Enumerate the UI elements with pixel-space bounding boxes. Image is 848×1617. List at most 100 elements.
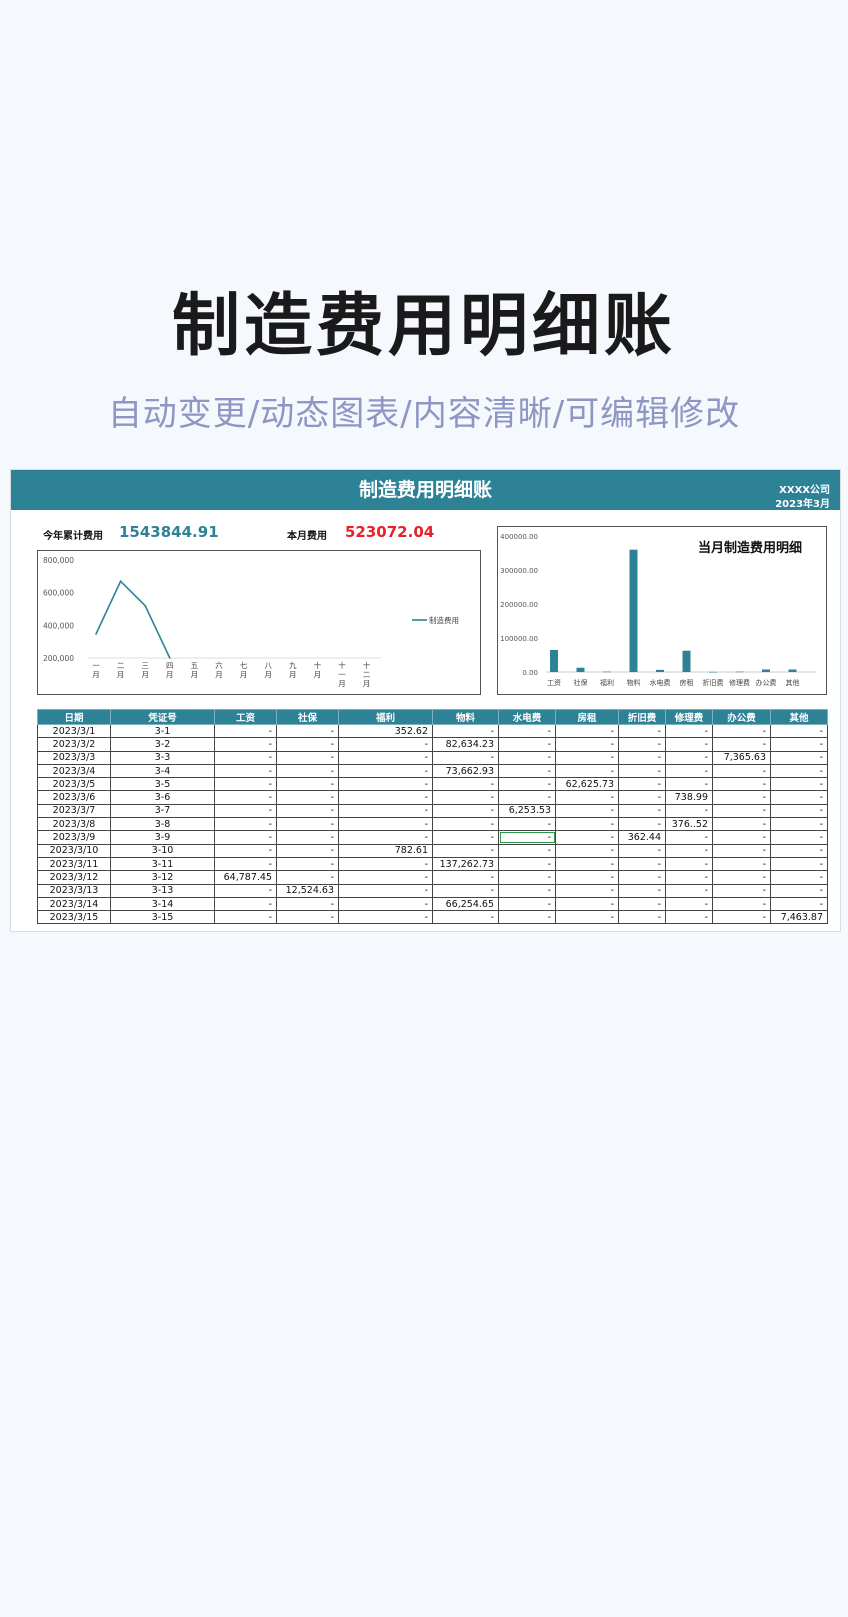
table-cell[interactable]: - (618, 763, 666, 779)
table-cell[interactable]: - (214, 723, 277, 739)
table-cell[interactable]: - (665, 763, 713, 779)
table-cell[interactable]: 738.99 (665, 790, 713, 805)
table-cell[interactable]: - (618, 910, 666, 925)
table-cell[interactable]: 3-8 (110, 817, 215, 832)
table-cell[interactable]: 3-5 (110, 777, 215, 792)
table-cell[interactable]: 7,365.63 (712, 750, 771, 765)
table-cell[interactable]: - (712, 723, 771, 739)
table-cell[interactable]: 2023/3/11 (37, 856, 111, 872)
table-cell[interactable]: - (214, 803, 277, 819)
table-cell[interactable]: 2023/3/8 (37, 817, 111, 832)
table-cell[interactable]: - (214, 790, 277, 805)
table-cell[interactable]: - (432, 750, 499, 765)
table-cell[interactable]: 3-6 (110, 790, 215, 805)
table-cell[interactable]: - (338, 777, 433, 792)
table-cell[interactable]: - (618, 777, 666, 792)
table-cell[interactable]: - (770, 737, 828, 752)
table-cell[interactable]: 2023/3/13 (37, 883, 111, 898)
table-cell[interactable]: - (770, 750, 828, 765)
table-cell[interactable]: 12,524.63 (276, 883, 339, 898)
table-cell[interactable]: 3-2 (110, 737, 215, 752)
table-cell[interactable]: - (712, 856, 771, 872)
table-cell[interactable]: - (665, 843, 713, 858)
table-cell[interactable]: - (712, 910, 771, 925)
table-cell[interactable]: 2023/3/7 (37, 803, 111, 819)
table-cell[interactable]: - (276, 750, 339, 765)
table-cell[interactable]: - (665, 830, 713, 845)
bar-chart-box[interactable]: 当月制造费用明细 0.00 100000.00 200000.00 300000.00… (497, 526, 827, 695)
table-cell[interactable]: - (618, 750, 666, 765)
table-cell[interactable]: - (618, 896, 666, 912)
table-cell[interactable]: 2023/3/6 (37, 790, 111, 805)
table-cell[interactable]: 66,254.65 (432, 896, 499, 912)
table-cell[interactable]: - (338, 817, 433, 832)
table-cell[interactable]: - (214, 843, 277, 858)
table-cell[interactable]: - (665, 723, 713, 739)
table-cell[interactable]: - (432, 910, 499, 925)
column-header[interactable]: 折旧费 (618, 709, 666, 725)
column-header[interactable]: 其他 (770, 709, 828, 725)
table-cell[interactable]: - (712, 817, 771, 832)
table-cell[interactable]: - (665, 870, 713, 885)
table-cell[interactable]: - (276, 790, 339, 805)
table-cell[interactable]: 3-9 (110, 830, 215, 845)
table-cell[interactable]: - (618, 883, 666, 898)
table-cell[interactable]: 2023/3/5 (37, 777, 111, 792)
table-cell[interactable]: 7,463.87 (770, 910, 828, 925)
table-cell[interactable]: - (338, 883, 433, 898)
table-cell[interactable]: 137,262.73 (432, 856, 499, 872)
table-cell[interactable]: - (555, 883, 619, 898)
table-cell[interactable]: 2023/3/3 (37, 750, 111, 765)
table-cell[interactable]: - (338, 803, 433, 819)
table-cell[interactable]: - (214, 830, 277, 845)
table-cell[interactable]: - (498, 817, 556, 832)
table-cell[interactable]: 2023/3/15 (37, 910, 111, 925)
table-cell[interactable]: 376..52 (665, 817, 713, 832)
table-cell[interactable]: - (665, 777, 713, 792)
table-cell[interactable]: - (770, 870, 828, 885)
table-cell[interactable]: 3-11 (110, 856, 215, 872)
table-cell[interactable]: 2023/3/2 (37, 737, 111, 752)
table-cell[interactable]: - (432, 803, 499, 819)
column-header[interactable]: 修理费 (665, 709, 713, 725)
table-cell[interactable]: - (432, 843, 499, 858)
table-cell[interactable]: - (276, 910, 339, 925)
line-chart-box[interactable]: 200,000 400,000 600,000 800,000 一月 二月 三月 四月 五月 六月… (37, 550, 481, 695)
table-cell[interactable]: - (338, 750, 433, 765)
table-cell[interactable]: 2023/3/14 (37, 896, 111, 912)
table-cell[interactable]: - (498, 896, 556, 912)
table-cell[interactable]: - (770, 763, 828, 779)
table-cell[interactable]: - (555, 737, 619, 752)
table-cell[interactable]: - (498, 843, 556, 858)
table-cell[interactable]: - (770, 790, 828, 805)
table-cell[interactable]: - (214, 777, 277, 792)
table-cell[interactable]: - (276, 856, 339, 872)
table-cell[interactable]: - (214, 750, 277, 765)
table-cell[interactable]: - (618, 790, 666, 805)
table-cell[interactable]: - (214, 763, 277, 779)
table-cell[interactable]: - (555, 750, 619, 765)
table-cell[interactable]: - (338, 763, 433, 779)
table-cell[interactable]: - (712, 870, 771, 885)
table-cell[interactable]: - (214, 896, 277, 912)
table-cell[interactable]: 73,662.93 (432, 763, 499, 779)
table-cell[interactable]: 82,634.23 (432, 737, 499, 752)
column-header[interactable]: 福利 (338, 709, 433, 725)
table-cell[interactable]: - (276, 896, 339, 912)
table-cell[interactable]: - (214, 817, 277, 832)
table-cell[interactable]: - (712, 777, 771, 792)
table-cell[interactable]: - (214, 856, 277, 872)
table-cell[interactable]: - (712, 803, 771, 819)
table-cell[interactable]: - (338, 856, 433, 872)
table-cell[interactable]: - (338, 737, 433, 752)
table-cell[interactable]: - (498, 763, 556, 779)
table-cell[interactable]: - (338, 896, 433, 912)
column-header[interactable]: 日期 (37, 709, 111, 725)
table-cell[interactable]: - (555, 790, 619, 805)
table-cell[interactable]: - (618, 843, 666, 858)
table-cell[interactable]: - (665, 803, 713, 819)
table-cell[interactable]: - (618, 856, 666, 872)
table-cell[interactable]: - (665, 896, 713, 912)
table-cell[interactable]: - (618, 817, 666, 832)
table-cell[interactable]: - (618, 803, 666, 819)
